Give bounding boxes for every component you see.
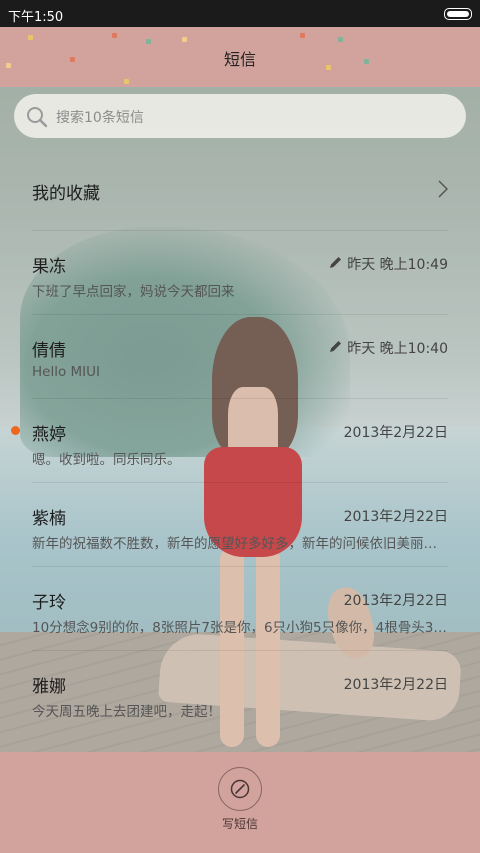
message-date: 2013年2月22日	[343, 677, 448, 693]
message-preview: 嗯。收到啦。同乐同乐。	[32, 452, 181, 468]
contact-name: 倩倩	[32, 341, 66, 361]
status-bar: 下午1:50	[0, 0, 480, 27]
favorites-label: 我的收藏	[32, 184, 100, 204]
contact-name: 果冻	[32, 257, 66, 277]
compose-icon	[230, 779, 250, 799]
message-date: 2013年2月22日	[343, 425, 448, 441]
list-item[interactable]: 倩倩 昨天 晚上10:40 Hello MIUI	[0, 314, 480, 398]
favorites-item[interactable]: 我的收藏	[0, 146, 480, 230]
message-preview: 下班了早点回家，妈说今天都回来	[32, 284, 235, 300]
battery-icon	[444, 8, 472, 20]
compose-button[interactable]	[218, 767, 262, 811]
search-icon	[26, 106, 48, 132]
message-date: 2013年2月22日	[343, 593, 448, 609]
header-bar: 短信	[0, 27, 480, 87]
page-title: 短信	[223, 50, 256, 69]
contact-name: 燕婷	[32, 425, 66, 445]
search-input[interactable]: 搜索10条短信	[14, 94, 466, 138]
status-time: 下午1:50	[8, 10, 64, 25]
message-preview: 新年的祝福数不胜数，新年的愿望好多好多，新年的问候依旧美丽动人	[32, 536, 447, 552]
message-date: 昨天 晚上10:49	[347, 257, 448, 273]
message-date: 2013年2月22日	[343, 509, 448, 525]
list-item[interactable]: 燕婷 2013年2月22日 嗯。收到啦。同乐同乐。	[0, 398, 480, 482]
list-item[interactable]: 果冻 昨天 晚上10:49 下班了早点回家，妈说今天都回来	[0, 230, 480, 314]
compose-label: 写短信	[221, 817, 258, 831]
message-preview: 今天周五晚上去团建吧，走起！	[32, 704, 221, 720]
contact-name: 子玲	[32, 593, 66, 613]
message-preview: 10分想念9别的你，8张照片7张是你，6只小狗5只像你，4根骨头3天吃完	[32, 620, 447, 636]
message-preview: Hello MIUI	[32, 364, 101, 380]
pencil-icon	[328, 339, 343, 358]
bottom-bar: 写短信	[0, 752, 480, 853]
contact-name: 紫楠	[32, 509, 66, 529]
unread-dot	[11, 426, 20, 435]
pencil-icon	[328, 255, 343, 274]
list-item[interactable]: 紫楠 2013年2月22日 新年的祝福数不胜数，新年的愿望好多好多，新年的问候依…	[0, 482, 480, 566]
list-item[interactable]: 雅娜 2013年2月22日 今天周五晚上去团建吧，走起！	[0, 650, 480, 734]
chevron-right-icon	[438, 180, 449, 202]
search-placeholder: 搜索10条短信	[56, 110, 144, 126]
contact-name: 雅娜	[32, 677, 66, 697]
list-item[interactable]: 子玲 2013年2月22日 10分想念9别的你，8张照片7张是你，6只小狗5只像…	[0, 566, 480, 650]
message-date: 昨天 晚上10:40	[347, 341, 448, 357]
